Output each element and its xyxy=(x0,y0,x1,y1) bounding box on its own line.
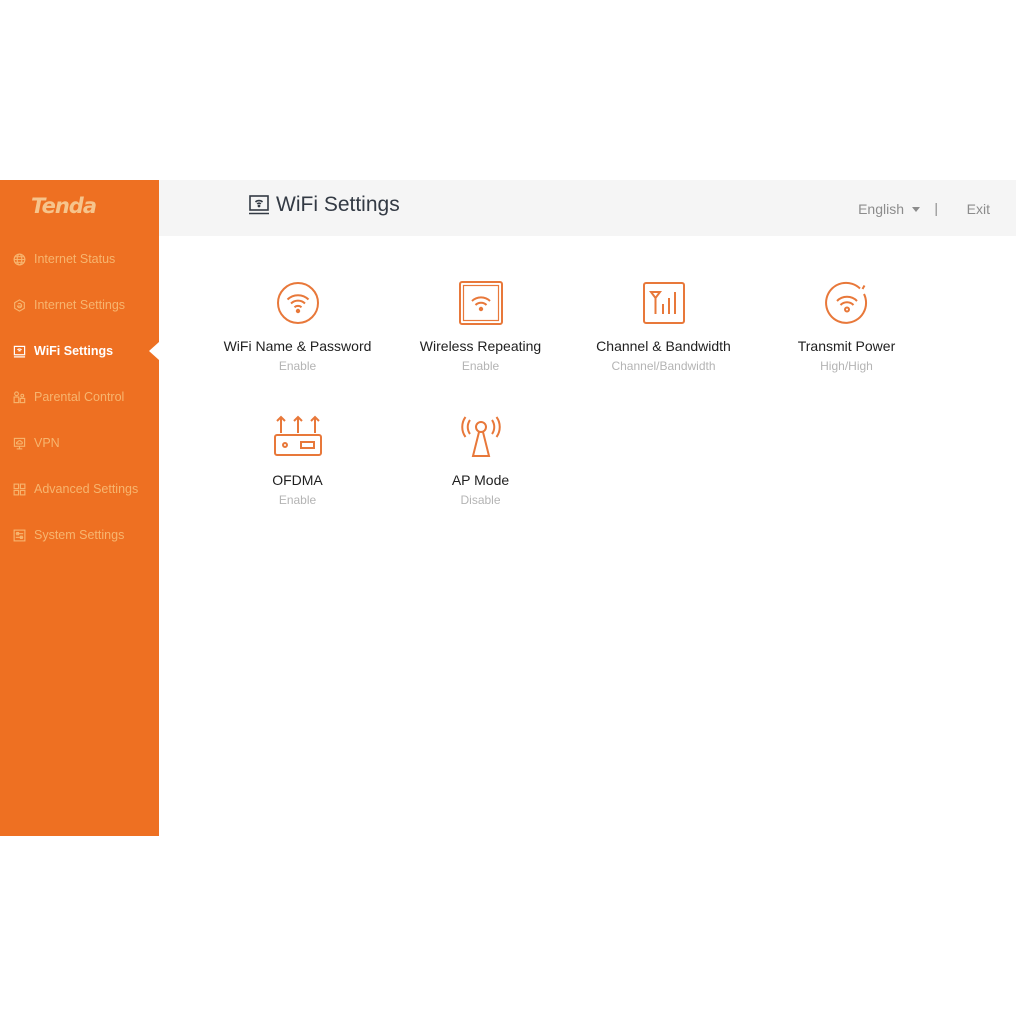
tile-label: OFDMA xyxy=(272,472,323,488)
tile-channel-bandwidth[interactable]: Channel & Bandwidth Channel/Bandwidth xyxy=(572,280,755,373)
sidebar-item-label: WiFi Settings xyxy=(34,344,114,358)
system-settings-icon xyxy=(13,529,26,542)
caret-down-icon xyxy=(912,206,920,212)
sidebar-item-internet-status[interactable]: Internet Status xyxy=(0,236,159,282)
sidebar-item-internet-settings[interactable]: Internet Settings xyxy=(0,282,159,328)
wifi-monitor-icon xyxy=(248,194,270,216)
header-separator: | xyxy=(934,200,938,216)
tile-status: Channel/Bandwidth xyxy=(611,359,716,373)
sidebar-item-label: Parental Control xyxy=(34,390,125,404)
sidebar-item-advanced-settings[interactable]: Advanced Settings xyxy=(0,466,159,512)
tile-ofdma[interactable]: OFDMA Enable xyxy=(206,414,389,507)
antenna-icon xyxy=(458,414,504,460)
sidebar-item-parental-control[interactable]: Parental Control xyxy=(0,374,159,420)
tile-status: Enable xyxy=(278,493,317,507)
page-title-text: WiFi Settings xyxy=(276,193,400,216)
tile-transmit-power[interactable]: Transmit Power High/High xyxy=(755,280,938,373)
tile-status: Enable xyxy=(461,359,500,373)
tile-status: Disable xyxy=(460,493,501,507)
tile-wireless-repeating[interactable]: Wireless Repeating Enable xyxy=(389,280,572,373)
tile-status: High/High xyxy=(820,359,873,373)
tile-ap-mode[interactable]: AP Mode Disable xyxy=(389,414,572,507)
signal-bars-icon xyxy=(641,280,687,326)
tile-label: Channel & Bandwidth xyxy=(596,338,731,354)
tenda-logo: Tenda xyxy=(31,194,97,218)
router-icon xyxy=(273,414,322,460)
tile-label: Transmit Power xyxy=(797,338,896,354)
internet-settings-icon xyxy=(13,298,26,312)
grid-icon xyxy=(13,483,26,496)
tile-status: Enable xyxy=(278,359,317,373)
transmit-power-icon xyxy=(824,280,870,326)
language-value: English xyxy=(858,201,904,217)
sidebar-item-label: System Settings xyxy=(34,528,125,542)
sidebar-item-label: VPN xyxy=(34,436,60,450)
tile-label: WiFi Name & Password xyxy=(223,338,372,354)
sidebar: Tenda Internet Status Internet Settings … xyxy=(0,180,159,836)
sidebar-item-label: Internet Status xyxy=(34,252,116,266)
wifi-monitor-icon xyxy=(13,345,26,358)
sidebar-item-system-settings[interactable]: System Settings xyxy=(0,512,159,558)
page-title: WiFi Settings xyxy=(248,193,400,217)
sidebar-item-vpn[interactable]: VPN xyxy=(0,420,159,466)
sidebar-item-label: Advanced Settings xyxy=(34,482,139,496)
tile-label: Wireless Repeating xyxy=(419,338,542,354)
wifi-circle-icon xyxy=(275,280,321,326)
language-select[interactable]: English xyxy=(858,201,920,217)
sidebar-nav: Internet Status Internet Settings WiFi S… xyxy=(0,236,159,558)
tile-wifi-name-password[interactable]: WiFi Name & Password Enable xyxy=(206,280,389,373)
router-admin-app: Tenda Internet Status Internet Settings … xyxy=(0,180,1016,836)
sidebar-item-label: Internet Settings xyxy=(34,298,126,312)
exit-link[interactable]: Exit xyxy=(967,201,990,217)
globe-icon xyxy=(13,253,26,266)
page-header: WiFi Settings English | Exit xyxy=(159,180,1016,236)
tile-label: AP Mode xyxy=(451,472,510,488)
parental-control-icon xyxy=(13,390,26,404)
sidebar-item-wifi-settings[interactable]: WiFi Settings xyxy=(0,328,159,374)
vpn-icon xyxy=(13,437,26,450)
wifi-square-icon xyxy=(458,280,504,326)
